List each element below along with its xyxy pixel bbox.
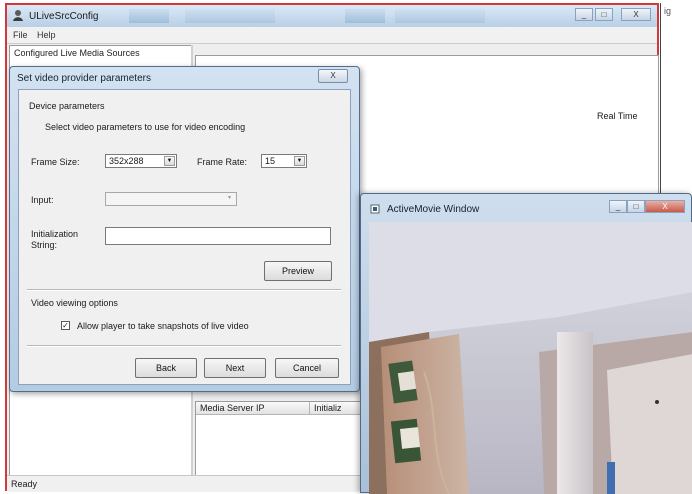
dropdown-arrow-icon: ▼ (164, 156, 175, 166)
activemovie-title[interactable]: ActiveMovie Window (387, 204, 479, 215)
preview-button[interactable]: Preview (264, 261, 332, 281)
frame-rate-label: Frame Rate: (197, 157, 248, 167)
column-media-server-ip[interactable]: Media Server IP (196, 402, 310, 415)
frame-size-value: 352x288 (109, 156, 144, 166)
titlebar-glare (345, 9, 385, 23)
movie-close-button[interactable]: X (645, 200, 685, 213)
next-button[interactable]: Next (204, 358, 266, 378)
init-string-label-line1: Initialization (31, 229, 79, 239)
frame-size-label: Frame Size: (31, 157, 80, 167)
dialog-title[interactable]: Set video provider parameters (17, 73, 151, 84)
real-time-column-header[interactable]: Real Time (597, 111, 638, 121)
device-parameters-help: Select video parameters to use for video… (45, 122, 246, 132)
desktop-fragment-text: ig (664, 6, 672, 16)
activemovie-window: ActiveMovie Window _ □ X (360, 193, 692, 494)
main-window-title: ULiveSrcConfig (29, 11, 99, 22)
minimize-button[interactable]: _ (575, 8, 593, 21)
movie-maximize-button[interactable]: □ (627, 200, 645, 213)
titlebar-glare (129, 9, 169, 23)
menu-file[interactable]: File (13, 30, 28, 40)
cancel-button[interactable]: Cancel (275, 358, 339, 378)
input-label: Input: (31, 195, 54, 205)
menu-bar: File Help (7, 27, 657, 44)
back-button[interactable]: Back (135, 358, 197, 378)
frame-rate-select[interactable]: 15 ▼ (261, 154, 307, 168)
media-server-table[interactable]: Media Server IP Initializ (195, 401, 369, 477)
input-select[interactable]: ▾ (105, 192, 237, 206)
main-titlebar[interactable]: ULiveSrcConfig _ □ X (7, 5, 657, 27)
device-parameters-group: Device parameters (29, 101, 105, 111)
snapshot-checkbox-label[interactable]: Allow player to take snapshots of live v… (77, 321, 249, 331)
live-sources-header: Configured Live Media Sources (14, 48, 140, 58)
snapshot-checkbox[interactable]: ✓ (61, 321, 70, 330)
dropdown-arrow-icon: ▾ (227, 195, 231, 201)
app-icon (13, 10, 23, 21)
frame-size-select[interactable]: 352x288 ▼ (105, 154, 177, 168)
init-string-label-line2: String: (31, 240, 58, 250)
close-button[interactable]: X (621, 8, 651, 21)
dialog-close-button[interactable]: X (318, 69, 348, 83)
status-text: Ready (11, 479, 38, 489)
checkbox-check-icon: ✓ (62, 321, 69, 330)
init-string-input[interactable] (105, 227, 331, 245)
window-menu-icon[interactable] (370, 204, 380, 214)
maximize-button[interactable]: □ (595, 8, 613, 21)
window-close-icon: X (330, 71, 336, 80)
separator (27, 289, 341, 291)
frame-rate-value: 15 (265, 156, 276, 166)
dropdown-arrow-icon: ▼ (294, 156, 305, 166)
live-video-frame (369, 222, 692, 494)
movie-minimize-button[interactable]: _ (609, 200, 627, 213)
viewing-options-group: Video viewing options (31, 298, 118, 308)
video-provider-dialog: Set video provider parameters X Device p… (9, 66, 360, 392)
separator (27, 345, 341, 347)
desktop-background (660, 3, 692, 203)
titlebar-glare (395, 9, 485, 23)
dialog-content: Device parameters Select video parameter… (18, 89, 351, 385)
menu-help[interactable]: Help (37, 30, 56, 40)
titlebar-glare (185, 9, 275, 23)
